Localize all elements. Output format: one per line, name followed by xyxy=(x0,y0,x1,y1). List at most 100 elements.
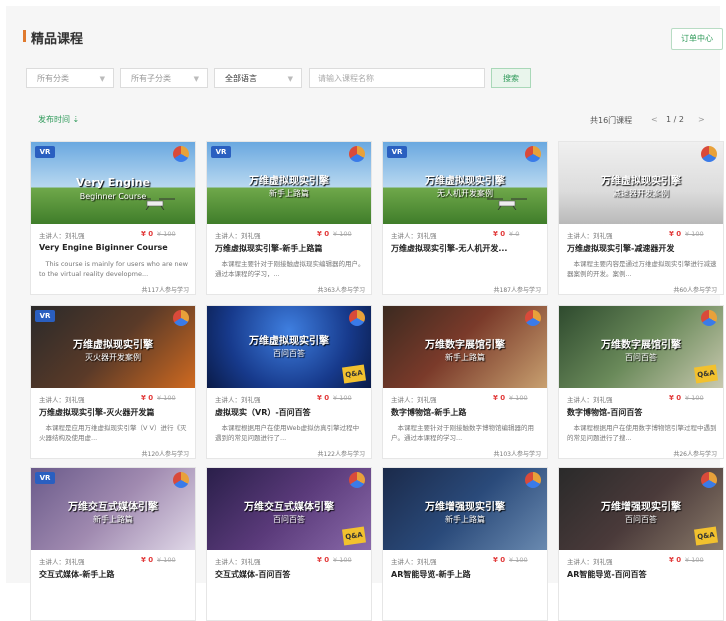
course-card[interactable]: 万维增强现实引擎 新手上路篇主讲人：刘礼强 ¥ 0 ¥ 100 AR智能导览-新手上路 xyxy=(382,467,548,621)
teacher-label: 主讲人：刘礼强 xyxy=(391,558,437,566)
thumbnail-subtitle: 新手上路篇 xyxy=(445,353,485,362)
course-price: ¥ 0 xyxy=(493,556,506,564)
course-thumbnail[interactable]: 万维增强现实引擎 新手上路篇 xyxy=(383,468,547,550)
original-price: ¥ 100 xyxy=(157,556,176,564)
brand-logo-icon xyxy=(173,310,189,326)
course-title[interactable]: 虚拟现实（VR）-百问百答 xyxy=(215,407,365,418)
course-title[interactable]: 万维虚拟现实引擎-灭火器开发篇 xyxy=(39,407,189,418)
course-price: ¥ 0 xyxy=(493,394,506,402)
teacher-label: 主讲人：刘礼强 xyxy=(39,232,85,240)
course-title[interactable]: 万维虚拟现实引擎-减速器开发 xyxy=(567,243,717,254)
title-accent-bar xyxy=(23,30,26,42)
category-select[interactable]: 所有分类 ▼ xyxy=(26,68,114,88)
search-button[interactable]: 搜索 xyxy=(491,68,531,88)
course-title[interactable]: 万维虚拟现实引擎-新手上路篇 xyxy=(215,243,365,254)
brand-logo-icon xyxy=(173,472,189,488)
course-card[interactable]: VR 万维虚拟现实引擎 无人机开发案例 主讲人：刘礼强 ¥ 0 ¥ 0 万维虚拟现实引擎-无… xyxy=(382,141,548,295)
thumbnail-title: 万维交互式媒体引擎 xyxy=(68,502,158,513)
prev-page-button[interactable]: < xyxy=(651,115,658,124)
course-price: ¥ 0 xyxy=(317,556,330,564)
course-title[interactable]: 数字博物馆-百问百答 xyxy=(567,407,717,418)
teacher-label: 主讲人：刘礼强 xyxy=(215,396,261,404)
course-thumbnail[interactable]: 万维虚拟现实引擎 减速器开发案例 xyxy=(559,142,723,224)
thumbnail-subtitle: 新手上路篇 xyxy=(445,515,485,524)
course-card[interactable]: 万维虚拟现实引擎 百问百答 Q&A 主讲人：刘礼强 ¥ 0 ¥ 100 虚拟现实（VR）-百… xyxy=(206,305,372,459)
brand-logo-icon xyxy=(525,310,541,326)
chevron-down-icon: ▼ xyxy=(193,75,199,83)
subcategory-select[interactable]: 所有子分类 ▼ xyxy=(120,68,208,88)
next-page-button[interactable]: > xyxy=(698,115,705,124)
original-price: ¥ 100 xyxy=(333,394,352,402)
course-title[interactable]: AR智能导览-百问百答 xyxy=(567,569,717,580)
thumbnail-title: 万维增强现实引擎 xyxy=(425,502,505,513)
teacher-label: 主讲人：刘礼强 xyxy=(215,558,261,566)
thumbnail-subtitle: 新手上路篇 xyxy=(93,515,133,524)
course-count: 共16门课程 xyxy=(590,116,633,125)
vr-logo-icon: VR xyxy=(35,472,55,484)
course-card[interactable]: 万维虚拟现实引擎 减速器开发案例 主讲人：刘礼强 ¥ 0 ¥ 100 万维虚拟现实引擎-减… xyxy=(558,141,724,295)
thumbnail-subtitle: 百问百答 xyxy=(273,349,305,358)
course-card[interactable]: VR Very Engine Beginner Course 主讲人：刘礼强 ¥ 0 ¥ … xyxy=(30,141,196,295)
course-description: 本课程主要内容是通过万维虚拟现实引擎进行减速器案例的开发。案例... xyxy=(567,260,717,278)
order-center-button[interactable]: 订单中心 xyxy=(671,28,723,50)
brand-logo-icon xyxy=(525,146,541,162)
course-title[interactable]: Very Engine Biginner Course xyxy=(39,243,189,252)
original-price: ¥ 100 xyxy=(157,230,176,238)
course-thumbnail[interactable]: 万维增强现实引擎 百问百答 Q&A xyxy=(559,468,723,550)
thumbnail-subtitle: 新手上路篇 xyxy=(269,189,309,198)
course-thumbnail[interactable]: 万维数字展馆引擎 新手上路篇 xyxy=(383,306,547,388)
teacher-label: 主讲人：刘礼强 xyxy=(215,232,261,240)
course-thumbnail[interactable]: VR Very Engine Beginner Course xyxy=(31,142,195,224)
course-price: ¥ 0 xyxy=(669,556,682,564)
course-price: ¥ 0 xyxy=(141,230,154,238)
learner-count: 共122人参与学习 xyxy=(317,451,365,458)
course-card[interactable]: VR 万维虚拟现实引擎 灭火器开发案例 主讲人：刘礼强 ¥ 0 ¥ 100 万维虚拟现实引擎… xyxy=(30,305,196,459)
course-thumbnail[interactable]: VR 万维虚拟现实引擎 灭火器开发案例 xyxy=(31,306,195,388)
course-thumbnail[interactable]: VR 万维交互式媒体引擎 新手上路篇 xyxy=(31,468,195,550)
thumbnail-subtitle: 百问百答 xyxy=(273,515,305,524)
course-thumbnail[interactable]: 万维交互式媒体引擎 百问百答 Q&A xyxy=(207,468,371,550)
brand-logo-icon xyxy=(525,472,541,488)
course-search-input[interactable] xyxy=(309,68,485,88)
course-description xyxy=(567,585,717,605)
course-card[interactable]: 万维数字展馆引擎 百问百答 Q&A 主讲人：刘礼强 ¥ 0 ¥ 100 数字博物馆-百问百答… xyxy=(558,305,724,459)
course-card[interactable]: VR 万维虚拟现实引擎 新手上路篇 主讲人：刘礼强 ¥ 0 ¥ 100 万维虚拟现实引擎-新… xyxy=(206,141,372,295)
course-title[interactable]: 交互式媒体-百问百答 xyxy=(215,569,365,580)
page-title: 精品课程 xyxy=(31,32,84,47)
thumbnail-title: 万维交互式媒体引擎 xyxy=(244,502,334,513)
course-title[interactable]: 交互式媒体-新手上路 xyxy=(39,569,189,580)
sort-by-publish-time[interactable]: 发布时间 ⇣ xyxy=(38,114,79,125)
course-card[interactable]: VR 万维交互式媒体引擎 新手上路篇 主讲人：刘礼强 ¥ 0 ¥ 100 交互式媒体-新手上… xyxy=(30,467,196,621)
course-title[interactable]: 数字博物馆-新手上路 xyxy=(391,407,541,418)
language-select[interactable]: 全部语言 ▼ xyxy=(214,68,302,88)
teacher-label: 主讲人：刘礼强 xyxy=(567,396,613,404)
teacher-label: 主讲人：刘礼强 xyxy=(391,232,437,240)
subcategory-select-value: 所有子分类 xyxy=(131,74,171,83)
course-thumbnail[interactable]: VR 万维虚拟现实引擎 新手上路篇 xyxy=(207,142,371,224)
course-thumbnail[interactable]: 万维数字展馆引擎 百问百答 Q&A xyxy=(559,306,723,388)
original-price: ¥ 100 xyxy=(509,556,528,564)
thumbnail-title: 万维虚拟现实引擎 xyxy=(425,176,505,187)
course-description xyxy=(39,585,189,605)
course-card[interactable]: 万维增强现实引擎 百问百答 Q&A 主讲人：刘礼强 ¥ 0 ¥ 100 AR智能导览-百问百… xyxy=(558,467,724,621)
brand-logo-icon xyxy=(701,146,717,162)
thumbnail-subtitle: 百问百答 xyxy=(625,353,657,362)
course-title[interactable]: 万维虚拟现实引擎-无人机开发... xyxy=(391,243,541,254)
course-title[interactable]: AR智能导览-新手上路 xyxy=(391,569,541,580)
course-card[interactable]: 万维数字展馆引擎 新手上路篇 主讲人：刘礼强 ¥ 0 ¥ 100 数字博物馆-新手上路 本课… xyxy=(382,305,548,459)
thumbnail-subtitle: 无人机开发案例 xyxy=(437,189,493,198)
category-select-value: 所有分类 xyxy=(37,74,69,83)
original-price: ¥ 0 xyxy=(509,230,520,238)
teacher-label: 主讲人：刘礼强 xyxy=(567,232,613,240)
thumbnail-title: 万维虚拟现实引擎 xyxy=(73,340,153,351)
teacher-label: 主讲人：刘礼强 xyxy=(39,396,85,404)
page-indicator: 1 / 2 xyxy=(666,115,684,124)
thumbnail-title: Very Engine xyxy=(75,176,151,189)
course-thumbnail[interactable]: 万维虚拟现实引擎 百问百答 Q&A xyxy=(207,306,371,388)
brand-logo-icon xyxy=(349,146,365,162)
course-card[interactable]: 万维交互式媒体引擎 百问百答 Q&A 主讲人：刘礼强 ¥ 0 ¥ 100 交互式媒体-百问百… xyxy=(206,467,372,621)
thumbnail-title: 万维虚拟现实引擎 xyxy=(249,336,329,347)
course-price: ¥ 0 xyxy=(141,394,154,402)
course-thumbnail[interactable]: VR 万维虚拟现实引擎 无人机开发案例 xyxy=(383,142,547,224)
course-price: ¥ 0 xyxy=(669,394,682,402)
